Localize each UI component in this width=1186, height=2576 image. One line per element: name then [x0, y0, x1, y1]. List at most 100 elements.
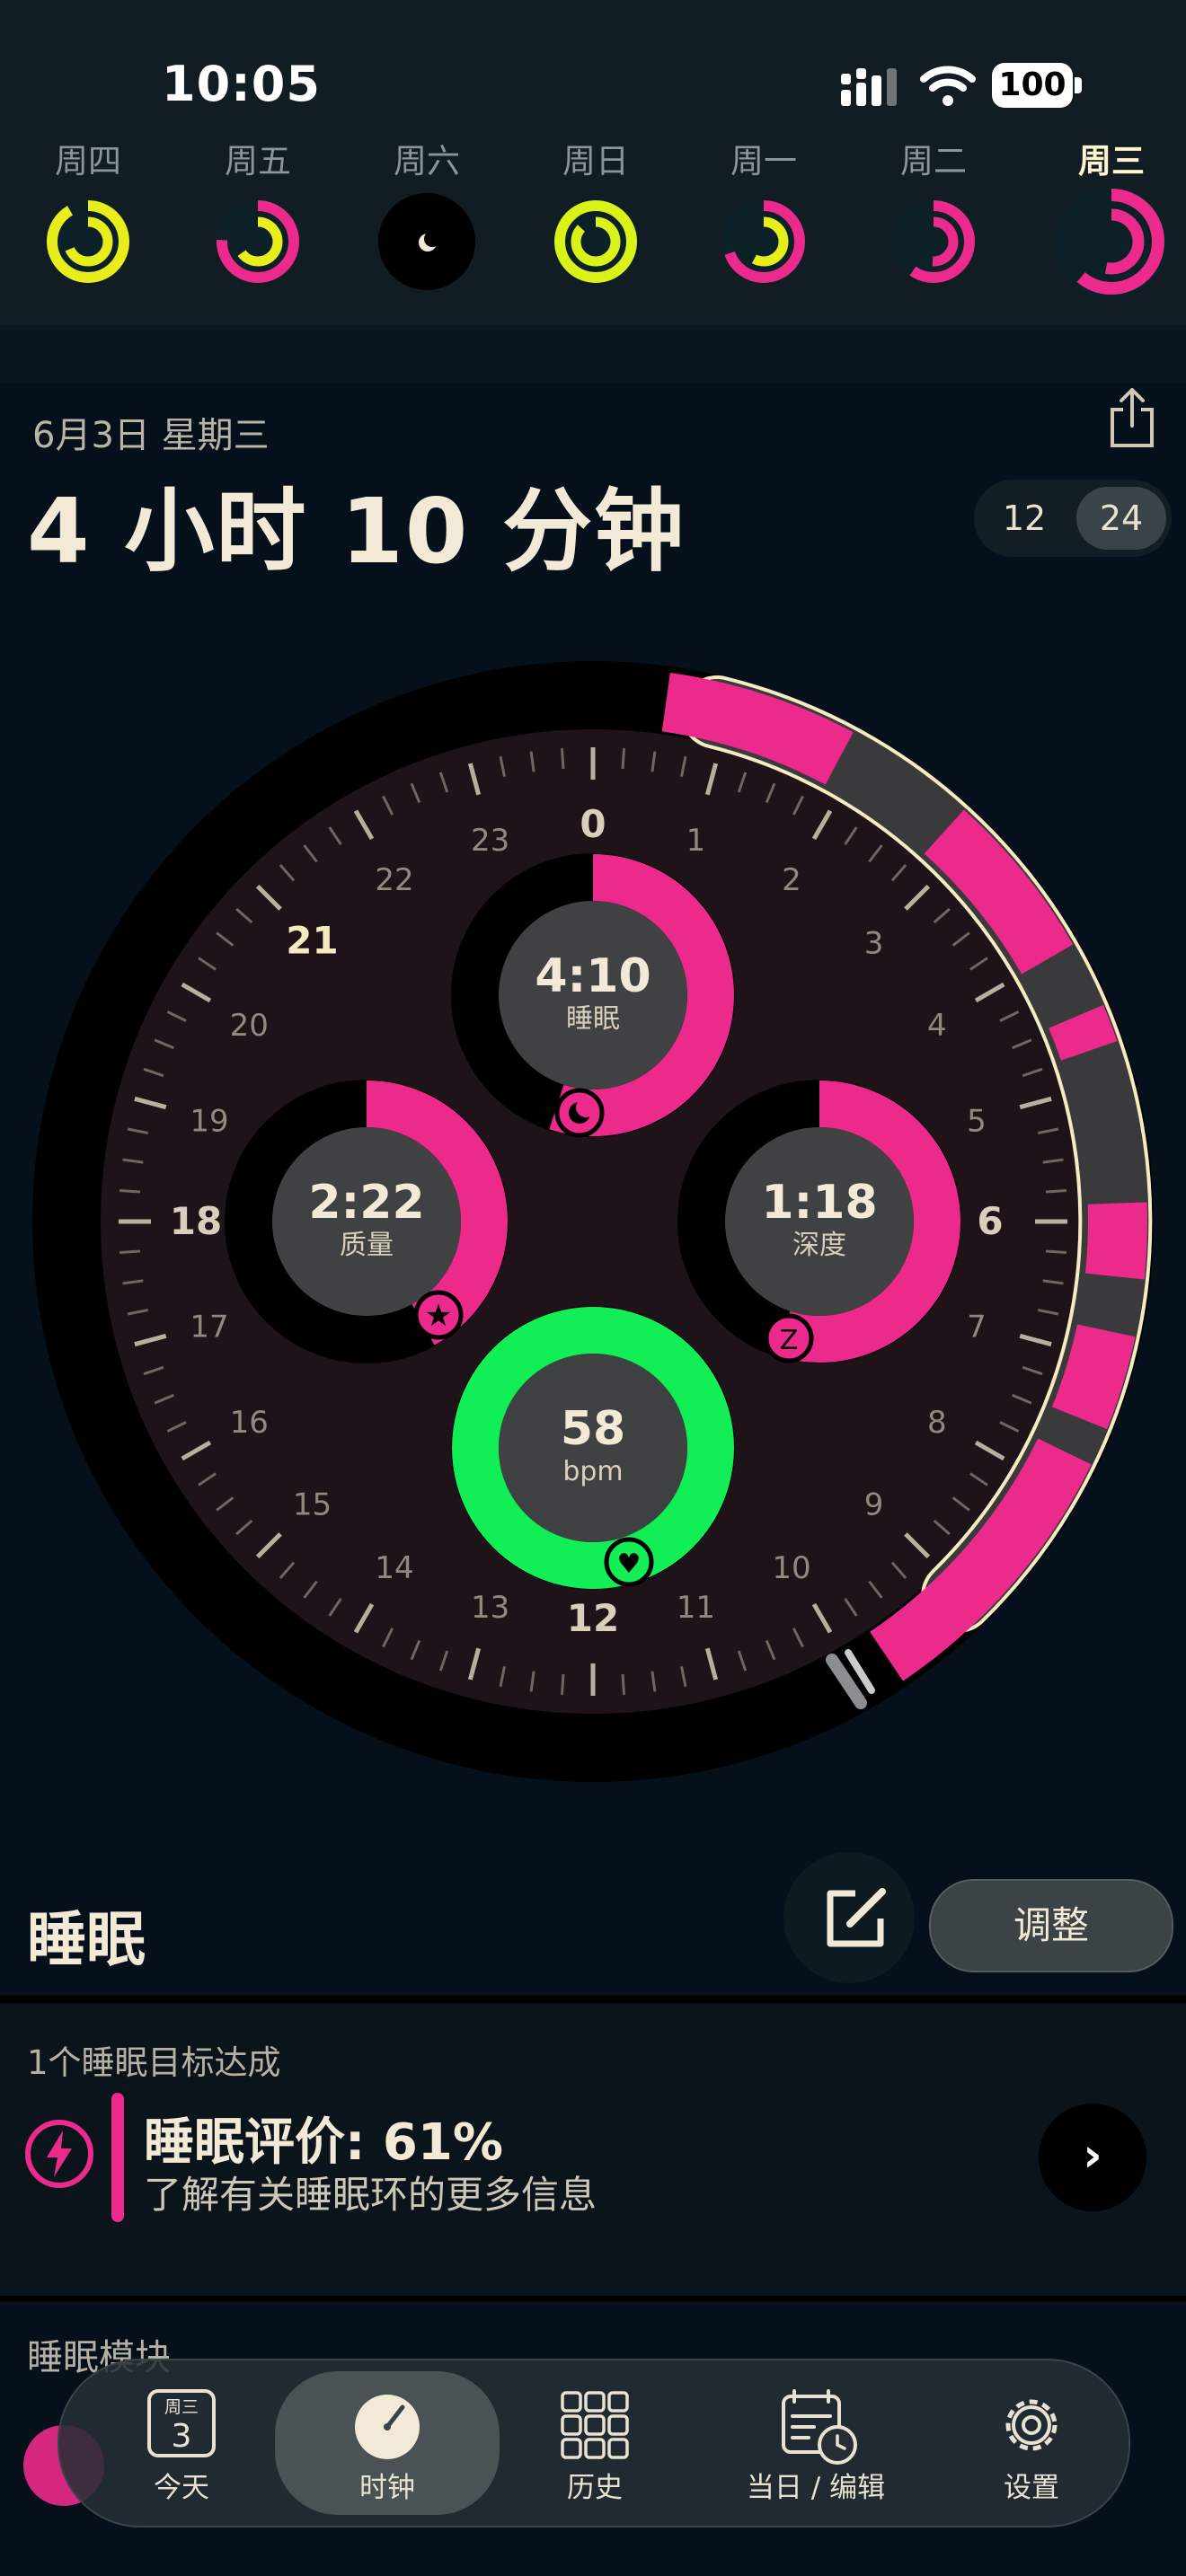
adjust-button[interactable]: 调整	[929, 1879, 1173, 1972]
day-sat[interactable]: 周六	[377, 135, 476, 291]
dial-hour-label: 1	[686, 823, 706, 859]
day-label: 周六	[394, 142, 460, 181]
dial-hour-label: 23	[471, 823, 509, 859]
dial-hour-label: 21	[286, 918, 338, 962]
dial-hour-label: 7	[967, 1309, 987, 1345]
tab-day-edit[interactable]: 当日 / 编辑	[708, 2360, 924, 2526]
day-mon[interactable]: 周一	[714, 135, 813, 291]
battery-indicator: 100	[992, 63, 1073, 108]
tab-bar: 周三 3 今天 时钟 历史 当日 / 编辑 设置	[58, 2359, 1130, 2527]
dial-hour-label: 17	[190, 1309, 228, 1345]
share-icon[interactable]	[1107, 386, 1157, 449]
tab-label: 当日 / 编辑	[746, 2472, 886, 2504]
dial-tick	[1045, 1249, 1067, 1255]
day-label: 周四	[55, 142, 121, 181]
tab-label: 时钟	[359, 2472, 415, 2504]
day-tue[interactable]: 周二	[884, 135, 983, 291]
dial-hour-label: 9	[864, 1487, 884, 1523]
dial-tick	[621, 1673, 626, 1695]
activity-ring-icon	[891, 199, 976, 284]
activity-ring-icon	[1055, 185, 1168, 298]
dial-tick	[621, 748, 626, 770]
tab-label: 历史	[567, 2472, 623, 2504]
section-band	[0, 325, 1186, 383]
sleep-score-subtitle: 了解有关睡眠环的更多信息	[144, 2173, 597, 2217]
deep-stat-ring[interactable]: 1:18 深度 Z	[677, 1080, 961, 1363]
cellular-signal-icon	[841, 68, 897, 106]
dial-tick	[560, 748, 565, 770]
dial-hour-label: 20	[230, 1008, 269, 1044]
tab-label: 今天	[154, 2472, 209, 2504]
dial-hour-label: 14	[375, 1550, 413, 1586]
sleep-stat-label: 睡眠	[566, 1003, 620, 1035]
dial-hour-label: 12	[567, 1596, 619, 1640]
edit-button[interactable]	[783, 1852, 915, 1983]
dial-hour-label: 3	[864, 925, 884, 961]
dial-tick	[119, 1188, 141, 1194]
dial-hour-label: 5	[967, 1104, 987, 1140]
star-icon: ★	[425, 1298, 452, 1334]
battery-tip	[1075, 77, 1082, 93]
sleep-section-title: 睡眠	[27, 1905, 146, 1974]
z-icon: Z	[780, 1325, 799, 1356]
sleep-stat-ring[interactable]: 4:10 睡眠	[451, 853, 735, 1138]
sleep-clock-dial: 0 1234567891011121314151617181920212223 4…	[32, 661, 1154, 1782]
day-sun[interactable]: 周日	[546, 135, 645, 291]
dial-tick	[119, 1249, 141, 1255]
bolt-icon	[25, 2120, 93, 2188]
dial-tick	[560, 1673, 565, 1695]
section-divider	[0, 1996, 1186, 2003]
heart-icon: ♥	[617, 1548, 642, 1580]
day-label: 周一	[730, 142, 797, 181]
quality-stat-value: 2:22	[308, 1176, 424, 1230]
day-fri[interactable]: 周五	[208, 135, 307, 291]
heart-rate-value: 58	[561, 1402, 625, 1456]
week-selector: 周四 周五 周六 周日 周一 周二 周三	[0, 135, 1186, 325]
dial-tick	[1045, 1188, 1067, 1194]
dial-hour-label: 16	[230, 1405, 269, 1441]
day-thu[interactable]: 周四	[39, 135, 137, 291]
deep-stat-value: 1:18	[761, 1176, 877, 1230]
sleep-duration: 4 小时 10 分钟	[27, 479, 686, 584]
quality-stat-ring[interactable]: 2:22 质量 ★	[225, 1080, 509, 1363]
tab-history[interactable]: 历史	[505, 2360, 685, 2526]
dial-hour-label: 2	[782, 862, 801, 898]
day-label: 周三	[1078, 142, 1145, 181]
day-label: 周二	[900, 142, 967, 181]
dial-hour-label: 10	[772, 1550, 810, 1586]
dial-hour-label: 19	[190, 1104, 228, 1140]
section-divider	[0, 2296, 1186, 2301]
goal-status: 1个睡眠目标达成	[27, 2043, 281, 2082]
score-bar	[111, 2093, 124, 2222]
day-label: 周五	[225, 142, 291, 181]
day-label: 周日	[562, 142, 629, 181]
sleep-stat-value: 4:10	[535, 949, 651, 1003]
sleep-score: 睡眠评价: 61%	[144, 2113, 503, 2172]
moon-icon	[378, 193, 475, 290]
activity-ring-icon	[216, 199, 300, 284]
chevron-right-icon[interactable]: ›	[1039, 2104, 1146, 2211]
dial-hour-label: 4	[927, 1008, 947, 1044]
dial-hour-label: 13	[471, 1590, 509, 1626]
dial-hour-label: 15	[293, 1487, 332, 1523]
tab-today[interactable]: 周三 3 今天	[92, 2360, 271, 2526]
activity-ring-icon	[46, 199, 130, 284]
dial-hour-label: 8	[927, 1405, 947, 1441]
tab-clock[interactable]: 时钟	[275, 2371, 500, 2515]
quality-stat-label: 质量	[340, 1230, 394, 1261]
date-label: 6月3日 星期三	[32, 415, 270, 456]
tab-label: 设置	[1004, 2472, 1059, 2504]
day-wed[interactable]: 周三	[1053, 135, 1170, 300]
format-12-button[interactable]: 12	[979, 487, 1069, 550]
activity-ring-icon	[553, 199, 638, 284]
heart-rate-stat-ring[interactable]: 58 bpm ♥	[451, 1306, 735, 1590]
format-24-button[interactable]: 24	[1076, 487, 1166, 550]
dial-hour-label: 6	[977, 1199, 1003, 1243]
dial-hour-label: 0	[580, 802, 606, 846]
deep-stat-label: 深度	[792, 1230, 846, 1261]
heart-rate-unit: bpm	[562, 1456, 623, 1487]
tab-settings[interactable]: 设置	[942, 2360, 1121, 2526]
dial-hour-label: 22	[375, 862, 413, 898]
edit-icon	[827, 1888, 886, 1947]
dial-hour-label: 18	[170, 1199, 222, 1243]
